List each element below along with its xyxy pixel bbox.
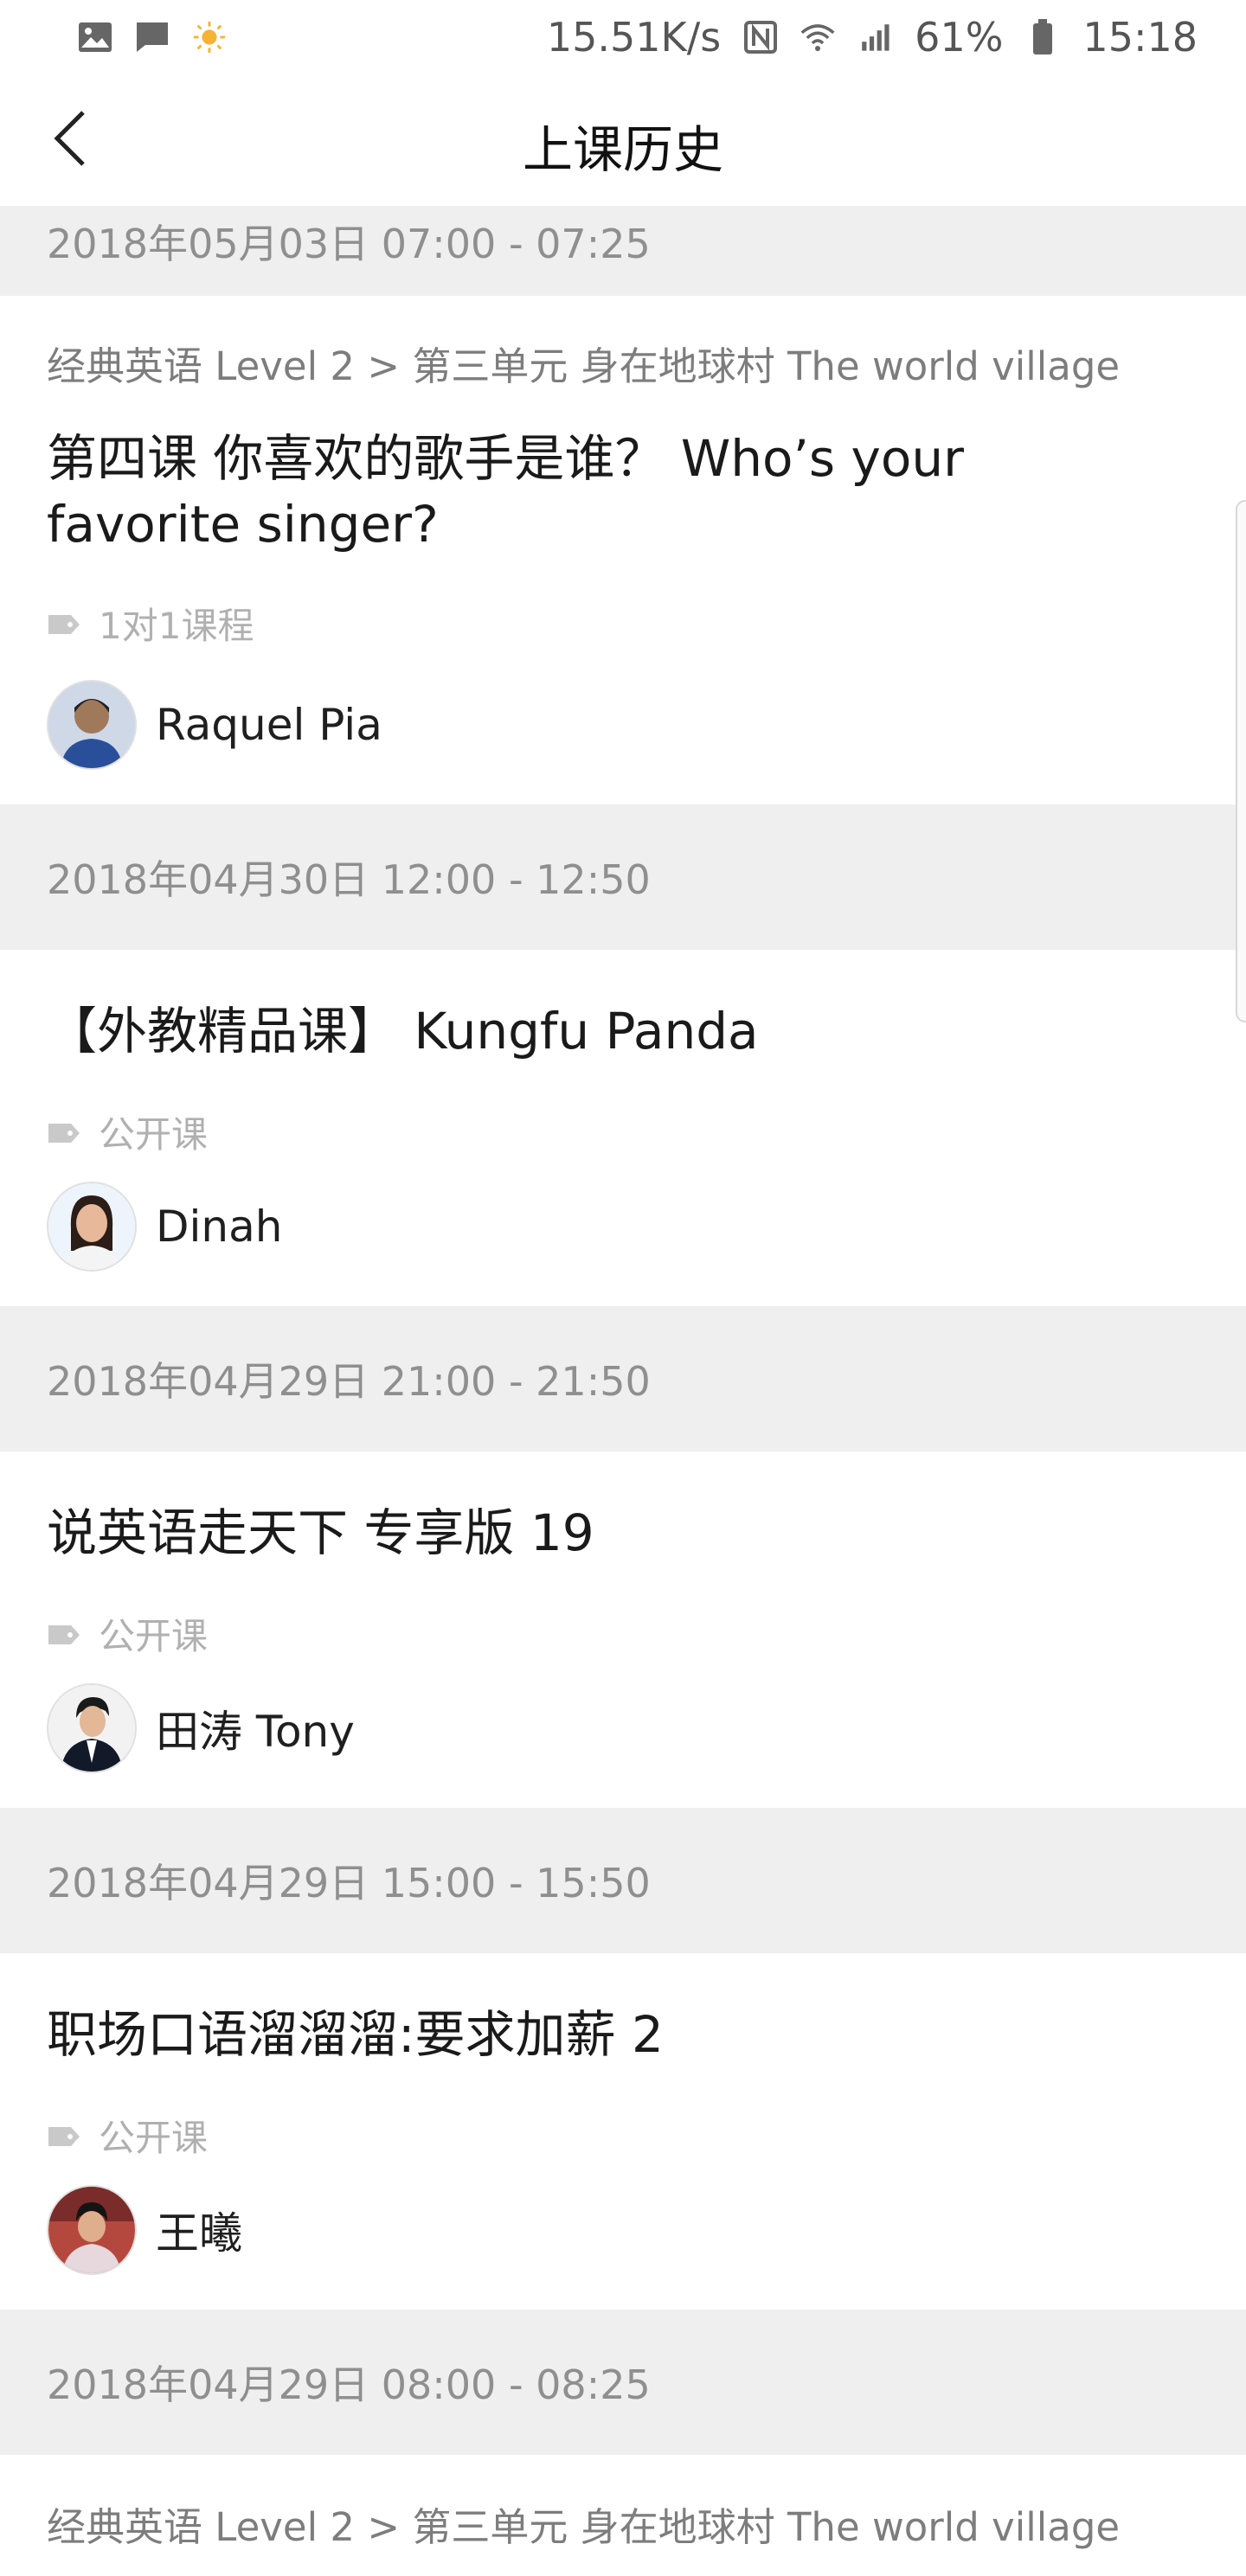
lesson-title: 说英语走天下 专享版 19	[47, 1503, 594, 1562]
teacher-row: 王曦	[47, 2185, 242, 2275]
course-type-tag: 公开课	[47, 1607, 208, 1660]
image-icon	[78, 20, 112, 54]
teacher-name: Raquel Pia	[156, 700, 382, 750]
class-card[interactable]: 【外教精品课】 Kungfu Panda 公开课 Dinah	[0, 950, 1246, 1306]
tag-label: 公开课	[99, 1615, 209, 1657]
clock: 15:18	[1082, 14, 1198, 61]
lesson-title: 第四课 你喜欢的歌手是谁？ Who’s your favorite singer…	[47, 429, 964, 554]
date-text: 2018年04月29日 08:00 - 08:25	[47, 2361, 651, 2408]
navigation-bar: 上课历史	[0, 74, 1246, 208]
status-right: 15.51K/s 61% 15:18	[547, 14, 1198, 61]
teacher-row: 田涛 Tony	[47, 1683, 355, 1773]
message-icon	[135, 20, 170, 54]
date-text: 2018年04月30日 12:00 - 12:50	[47, 856, 651, 903]
date-header: 2018年04月29日 08:00 - 08:25	[0, 2310, 1246, 2455]
class-card[interactable]: 说英语走天下 专享版 19 公开课 田涛 Tony	[0, 1451, 1246, 1808]
network-speed: 15.51K/s	[546, 14, 722, 61]
course-type-tag: 公开课	[47, 1105, 208, 1158]
tag-label: 公开课	[99, 2117, 209, 2159]
teacher-avatar	[47, 2185, 137, 2275]
tag-label: 1对1课程	[99, 605, 254, 647]
teacher-avatar	[47, 1683, 137, 1773]
date-header: 2018年04月29日 15:00 - 15:50	[0, 1808, 1246, 1953]
date-text: 2018年04月29日 21:00 - 21:50	[47, 1358, 651, 1405]
status-left-icons	[78, 20, 227, 54]
teacher-row: Raquel Pia	[47, 680, 382, 770]
course-breadcrumb: 经典英语 Level 2 > 第三单元 身在地球村 The world vill…	[47, 343, 1121, 389]
tag-icon	[47, 1612, 81, 1655]
date-header: 2018年04月30日 12:00 - 12:50	[0, 804, 1246, 950]
date-text: 2018年04月29日 15:00 - 15:50	[47, 1860, 651, 1906]
course-type-tag: 公开课	[47, 2109, 208, 2162]
tag-icon	[47, 1111, 81, 1153]
lesson-title: 【外教精品课】 Kungfu Panda	[47, 1002, 759, 1061]
teacher-row: Dinah	[47, 1182, 282, 1272]
scroll-indicator[interactable]	[1236, 500, 1246, 1022]
page-title: 上课历史	[522, 120, 723, 179]
teacher-name: 田涛 Tony	[156, 1707, 355, 1757]
battery-icon	[1025, 19, 1060, 54]
signal-4g-icon	[857, 20, 892, 54]
lesson-title: 职场口语溜溜溜:要求加薪 2	[47, 2005, 664, 2064]
class-card[interactable]: 职场口语溜溜溜:要求加薪 2 公开课 王曦	[0, 1953, 1246, 2310]
class-card[interactable]: 经典英语 Level 2 > 第三单元 身在地球村 The world vill…	[0, 2455, 1246, 2576]
class-history-list: 2018年05月03日 07:00 - 07:25 经典英语 Level 2 >…	[0, 206, 1246, 2576]
teacher-name: Dinah	[156, 1201, 283, 1252]
status-bar: 15.51K/s 61% 15:18	[0, 0, 1246, 74]
tag-icon	[47, 2114, 81, 2156]
battery-percent: 61%	[915, 14, 1004, 61]
tag-icon	[47, 602, 81, 644]
date-header: 2018年05月03日 07:00 - 07:25	[0, 206, 1246, 296]
teacher-avatar	[47, 680, 137, 770]
course-type-tag: 1对1课程	[47, 597, 254, 650]
date-text: 2018年05月03日 07:00 - 07:25	[47, 221, 651, 267]
sun-icon	[192, 20, 227, 54]
class-card[interactable]: 经典英语 Level 2 > 第三单元 身在地球村 The world vill…	[0, 296, 1246, 804]
wifi-icon	[800, 20, 835, 54]
course-breadcrumb: 经典英语 Level 2 > 第三单元 身在地球村 The world vill…	[47, 2504, 1121, 2550]
date-header: 2018年04月29日 21:00 - 21:50	[0, 1306, 1246, 1451]
nfc-icon	[743, 20, 778, 54]
teacher-avatar	[47, 1182, 137, 1272]
tag-label: 公开课	[99, 1113, 209, 1156]
teacher-name: 王曦	[156, 2208, 242, 2259]
